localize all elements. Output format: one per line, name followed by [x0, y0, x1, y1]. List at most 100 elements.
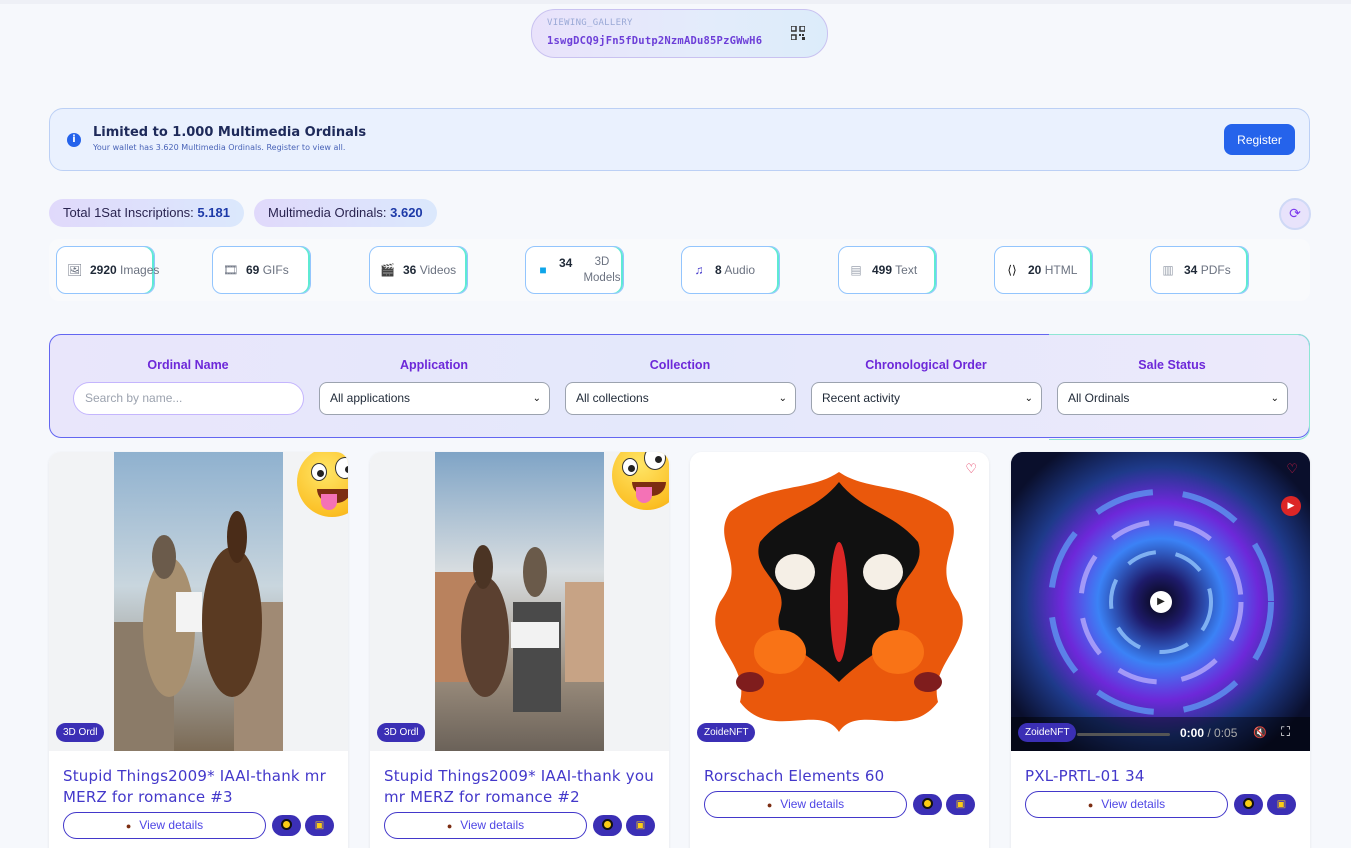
cube-icon: ■ — [539, 263, 547, 277]
category-images[interactable]: 🖼 2920 Images — [56, 246, 159, 294]
view-details-button[interactable]: ● View details — [384, 812, 587, 839]
eye-icon: ● — [446, 821, 453, 831]
card-media[interactable]: ♡ ▶ ▶ 0:00 / 0:05 🔇 ⛶ ZoideNFT — [1011, 452, 1310, 751]
fullscreen-icon[interactable]: ⛶ — [1281, 725, 1290, 740]
collection-tag: ZoideNFT — [1018, 723, 1077, 742]
view-details-label: View details — [460, 818, 525, 832]
ordinal-card[interactable]: ♡ ZoideNFT Rorschach Elements 60 ● View d… — [690, 452, 989, 848]
multimedia-value: 3.620 — [390, 205, 423, 220]
play-icon[interactable]: ▶ — [1150, 591, 1172, 613]
total-inscriptions-value: 5.181 — [197, 205, 230, 220]
favorite-heart-icon[interactable]: ♡ — [965, 462, 977, 477]
chevron-down-icon: ⌄ — [532, 393, 541, 404]
card-media[interactable]: 3D Ordl — [370, 452, 669, 751]
card-title: Stupid Things2009* IAAI-thank you mr MER… — [384, 767, 654, 806]
marketplace-icon[interactable]: ▣ — [1267, 794, 1296, 815]
coin-icon[interactable] — [913, 794, 942, 815]
coin-icon[interactable] — [593, 815, 622, 836]
silly-face-emoji-icon — [612, 452, 669, 510]
wallet-address: 1swgDCQ9jFn5fDutp2NzmADu85PzGWwH6 — [547, 35, 763, 47]
image-icon: 🖼 — [67, 263, 83, 277]
category-filter-row: 🖼 2920 Images 🎞 69 GIFs 🎬 36 Videos ■ 34… — [49, 239, 1310, 301]
collection-tag: 3D Ordl — [56, 723, 105, 742]
code-icon: ⟨⟩ — [1007, 263, 1017, 277]
marketplace-icon[interactable]: ▣ — [305, 815, 334, 836]
ordinal-card[interactable]: 3D Ordl Stupid Things2009* IAAI-thank yo… — [370, 452, 669, 848]
collection-value: All collections — [576, 391, 649, 405]
text-icon: ▤ — [850, 263, 862, 277]
play-badge-icon[interactable]: ▶ — [1281, 496, 1301, 516]
coin-icon[interactable] — [272, 815, 301, 836]
chevron-down-icon: ⌄ — [778, 393, 787, 404]
category-videos[interactable]: 🎬 36 Videos — [369, 246, 468, 294]
wallet-label: VIEWING_GALLERY — [547, 18, 633, 28]
order-select[interactable]: Recent activity ⌄ — [811, 382, 1042, 415]
donkey-artwork-image — [114, 452, 283, 751]
notice-subtitle: Your wallet has 3.620 Multimedia Ordinal… — [93, 143, 346, 152]
collection-select[interactable]: All collections ⌄ — [565, 382, 796, 415]
category-text[interactable]: ▤ 499 Text — [838, 246, 937, 294]
ordinal-name-search-input[interactable]: Search by name... — [73, 382, 304, 415]
card-title: Stupid Things2009* IAAI-thank mr MERZ fo… — [63, 767, 326, 806]
rorschach-artwork-image — [715, 472, 963, 732]
marketplace-icon[interactable]: ▣ — [946, 794, 975, 815]
ordinal-name-label: Ordinal Name — [147, 358, 229, 372]
coin-icon[interactable] — [1234, 794, 1263, 815]
eye-icon: ● — [766, 800, 773, 810]
total-inscriptions-label: Total 1Sat Inscriptions: — [63, 205, 194, 220]
collection-tag: ZoideNFT — [697, 723, 756, 742]
category-3d-label: 3D Models — [583, 256, 621, 284]
category-gifs[interactable]: 🎞 69 GIFs — [212, 246, 311, 294]
eye-icon: ● — [125, 821, 132, 831]
pdf-icon: ▥ — [1162, 263, 1174, 277]
sale-status-label: Sale Status — [1138, 358, 1206, 372]
ordinal-card[interactable]: ♡ ▶ ▶ 0:00 / 0:05 🔇 ⛶ ZoideNFT PXL-PRTL-… — [1011, 452, 1310, 848]
card-media[interactable]: 3D Ordl — [49, 452, 348, 751]
notice-title: Limited to 1.000 Multimedia Ordinals — [93, 125, 367, 140]
qr-code-icon[interactable] — [791, 26, 805, 40]
filter-panel: Ordinal Name Search by name... Applicati… — [49, 334, 1310, 440]
refresh-icon: ⟳ — [1289, 206, 1301, 222]
eye-icon: ● — [1087, 800, 1094, 810]
view-details-button[interactable]: ● View details — [63, 812, 266, 839]
collection-label: Collection — [649, 358, 711, 372]
chevron-down-icon: ⌄ — [1024, 393, 1033, 404]
mute-icon[interactable]: 🔇 — [1253, 726, 1267, 739]
sale-status-value: All Ordinals — [1068, 391, 1130, 405]
application-select[interactable]: All applications ⌄ — [319, 382, 550, 415]
view-details-button[interactable]: ● View details — [1025, 791, 1228, 818]
register-button[interactable]: Register — [1224, 124, 1295, 155]
wallet-pill[interactable]: VIEWING_GALLERY 1swgDCQ9jFn5fDutp2NzmADu… — [531, 9, 828, 58]
card-title: Rorschach Elements 60 — [704, 767, 885, 785]
multimedia-label: Multimedia Ordinals: — [268, 205, 387, 220]
view-details-label: View details — [1101, 797, 1166, 811]
refresh-button[interactable]: ⟳ — [1279, 198, 1311, 230]
video-progress-track[interactable] — [1077, 733, 1170, 736]
donkey-artwork-image — [435, 452, 604, 751]
total-inscriptions-badge: Total 1Sat Inscriptions: 5.181 — [49, 199, 244, 227]
category-3d-models[interactable]: ■ 34 3D Models — [525, 246, 624, 294]
top-divider — [0, 0, 1351, 4]
card-media[interactable]: ♡ ZoideNFT — [690, 452, 989, 751]
order-value: Recent activity — [822, 391, 901, 405]
category-audio[interactable]: ♫ 8 Audio — [681, 246, 780, 294]
view-details-label: View details — [139, 818, 204, 832]
marketplace-icon[interactable]: ▣ — [626, 815, 655, 836]
ordinal-card[interactable]: 3D Ordl Stupid Things2009* IAAI-thank mr… — [49, 452, 348, 848]
application-value: All applications — [330, 391, 411, 405]
silly-face-emoji-icon — [297, 452, 348, 517]
multimedia-ordinals-badge: Multimedia Ordinals: 3.620 — [254, 199, 437, 227]
video-icon: 🎬 — [380, 263, 395, 277]
category-html[interactable]: ⟨⟩ 20 HTML — [994, 246, 1093, 294]
card-title: PXL-PRTL-01 34 — [1025, 767, 1145, 785]
view-details-button[interactable]: ● View details — [704, 791, 907, 818]
view-details-label: View details — [780, 797, 845, 811]
music-icon: ♫ — [694, 263, 704, 277]
info-icon: i — [67, 133, 81, 147]
sale-status-select[interactable]: All Ordinals ⌄ — [1057, 382, 1288, 415]
order-label: Chronological Order — [865, 358, 987, 372]
category-pdfs[interactable]: ▥ 34 PDFs — [1150, 246, 1249, 294]
collection-tag: 3D Ordl — [377, 723, 426, 742]
chevron-down-icon: ⌄ — [1270, 393, 1279, 404]
favorite-heart-icon[interactable]: ♡ — [1286, 462, 1298, 477]
